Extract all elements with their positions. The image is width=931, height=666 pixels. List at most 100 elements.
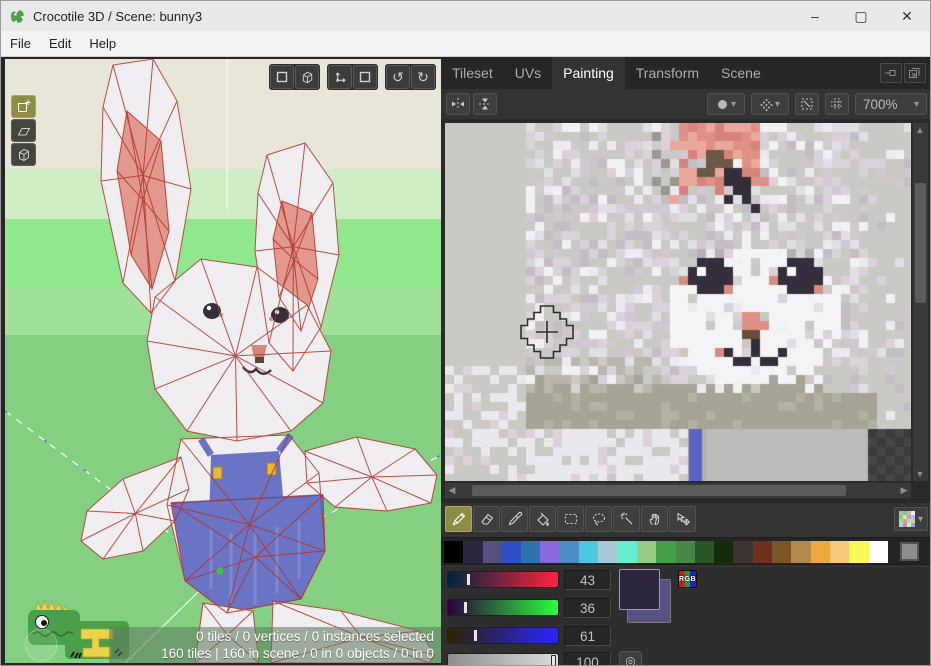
select-box-button[interactable]: [353, 65, 377, 89]
palette-swatch[interactable]: [791, 541, 810, 563]
maximize-button[interactable]: ▢: [838, 1, 884, 31]
blue-slider[interactable]: [447, 627, 559, 644]
palette-swatch[interactable]: [637, 541, 656, 563]
alpha-slider-handle[interactable]: [551, 655, 556, 666]
menu-file[interactable]: File: [1, 32, 40, 55]
palette-swatch[interactable]: [540, 541, 559, 563]
rectangle-select-tool-button[interactable]: [557, 506, 584, 532]
alpha-slider[interactable]: [447, 653, 559, 666]
green-value-input[interactable]: 36: [564, 598, 611, 618]
palette-swatch[interactable]: [753, 541, 772, 563]
select-object-button[interactable]: [295, 65, 319, 89]
paint-tools-row: ▾: [441, 504, 931, 534]
palette-swatch[interactable]: [869, 541, 888, 563]
dither-pattern-dropdown[interactable]: ▾: [751, 93, 789, 115]
pixel-grid-toggle[interactable]: [825, 93, 849, 115]
alpha-value-input[interactable]: 100: [564, 652, 611, 666]
horizontal-scroll-thumb[interactable]: [472, 485, 846, 496]
redo-button[interactable]: ↻: [411, 65, 435, 89]
magic-wand-tool-button[interactable]: [613, 506, 640, 532]
vertical-scroll-thumb[interactable]: [915, 183, 926, 303]
eyedropper-icon: [507, 511, 523, 527]
select-mode-group: [269, 64, 320, 90]
eraser-tool-button[interactable]: [473, 506, 500, 532]
square-icon: [275, 70, 289, 84]
mirror-vertical-button[interactable]: [473, 93, 497, 115]
canvas-vertical-scrollbar[interactable]: ▲ ▼: [913, 123, 928, 481]
palette-swatch[interactable]: [579, 541, 598, 563]
minimize-button[interactable]: –: [792, 1, 838, 31]
palette-swatch[interactable]: [733, 541, 752, 563]
eyedropper-tool-button[interactable]: [501, 506, 528, 532]
chevron-down-icon: ▾: [731, 99, 736, 110]
blue-value-input[interactable]: 61: [564, 626, 611, 646]
blue-slider-handle[interactable]: [473, 629, 478, 642]
zoom-level-dropdown[interactable]: 700% ▾: [855, 93, 927, 115]
palette-selector-dropdown[interactable]: ▾: [894, 507, 928, 531]
palette-swatch[interactable]: [830, 541, 849, 563]
palette-swatch[interactable]: [502, 541, 521, 563]
chevron-down-icon: ▾: [775, 99, 780, 110]
move-tool-button[interactable]: [669, 506, 696, 532]
red-slider[interactable]: [447, 571, 559, 588]
primary-color-swatch[interactable]: [619, 569, 660, 610]
palette-swatch[interactable]: [714, 541, 733, 563]
menu-edit[interactable]: Edit: [40, 32, 80, 55]
palette-swatch[interactable]: [811, 541, 830, 563]
palette-swatch[interactable]: [656, 541, 675, 563]
popout-panel-button[interactable]: [904, 63, 926, 83]
brush-shape-dropdown[interactable]: ▾: [707, 93, 745, 115]
palette-swatch[interactable]: [444, 541, 463, 563]
panel-tab-bar: Tileset UVs Painting Transform Scene: [441, 57, 931, 89]
green-slider-handle[interactable]: [463, 601, 468, 614]
move-vertices-button[interactable]: [328, 65, 352, 89]
palette-swatch[interactable]: [618, 541, 637, 563]
scroll-up-arrow[interactable]: ▲: [913, 123, 927, 137]
current-palette-swatch[interactable]: [900, 542, 919, 561]
green-slider[interactable]: [447, 599, 559, 616]
red-value-input[interactable]: 43: [564, 570, 611, 590]
pan-tool-button[interactable]: [641, 506, 668, 532]
mirror-horizontal-button[interactable]: [446, 93, 470, 115]
scene-render[interactable]: [5, 59, 441, 663]
palette-swatch[interactable]: [560, 541, 579, 563]
color-ring-button[interactable]: ◎: [619, 651, 642, 666]
texture-paint-canvas[interactable]: [445, 123, 911, 481]
scroll-right-arrow[interactable]: ▶: [897, 483, 911, 497]
palette-swatch[interactable]: [521, 541, 540, 563]
red-slider-handle[interactable]: [466, 573, 471, 586]
palette-swatch[interactable]: [772, 541, 791, 563]
palette-swatch[interactable]: [849, 541, 868, 563]
pencil-tool-button[interactable]: [445, 506, 472, 532]
cube-mode-button[interactable]: [11, 143, 36, 166]
fill-tool-button[interactable]: [529, 506, 556, 532]
canvas-horizontal-scrollbar[interactable]: ◀ ▶: [445, 483, 911, 498]
lasso-select-tool-button[interactable]: [585, 506, 612, 532]
selection-bounds-button[interactable]: [795, 93, 819, 115]
rgb-mode-button[interactable]: RGB: [678, 570, 697, 588]
viewport-3d[interactable]: ↺ ↻ 0 tiles / 0 vertices / 0 instances s…: [5, 59, 441, 663]
palette-swatch[interactable]: [676, 541, 695, 563]
palette-swatch[interactable]: [695, 541, 714, 563]
close-button[interactable]: ✕: [884, 1, 930, 31]
dock-panel-button[interactable]: [880, 63, 902, 83]
plane-mode-button[interactable]: [11, 119, 36, 142]
select-tile-button[interactable]: [270, 65, 294, 89]
tab-scene[interactable]: Scene: [710, 57, 772, 89]
dashed-box-diagonal-icon: [800, 97, 814, 111]
scroll-down-arrow[interactable]: ▼: [913, 467, 927, 481]
palette-swatch[interactable]: [598, 541, 617, 563]
menu-help[interactable]: Help: [80, 32, 125, 55]
square-plus-icon: [16, 99, 32, 115]
tab-tileset[interactable]: Tileset: [441, 57, 504, 89]
scroll-left-arrow[interactable]: ◀: [445, 483, 459, 497]
nav-circle-widget[interactable]: [25, 629, 57, 661]
tab-transform[interactable]: Transform: [625, 57, 710, 89]
undo-button[interactable]: ↺: [386, 65, 410, 89]
palette-grid-icon: [899, 511, 915, 527]
tab-painting[interactable]: Painting: [552, 57, 625, 89]
palette-swatch[interactable]: [483, 541, 502, 563]
add-tile-mode-button[interactable]: [11, 95, 36, 118]
tab-uvs[interactable]: UVs: [504, 57, 552, 89]
palette-swatch[interactable]: [463, 541, 482, 563]
